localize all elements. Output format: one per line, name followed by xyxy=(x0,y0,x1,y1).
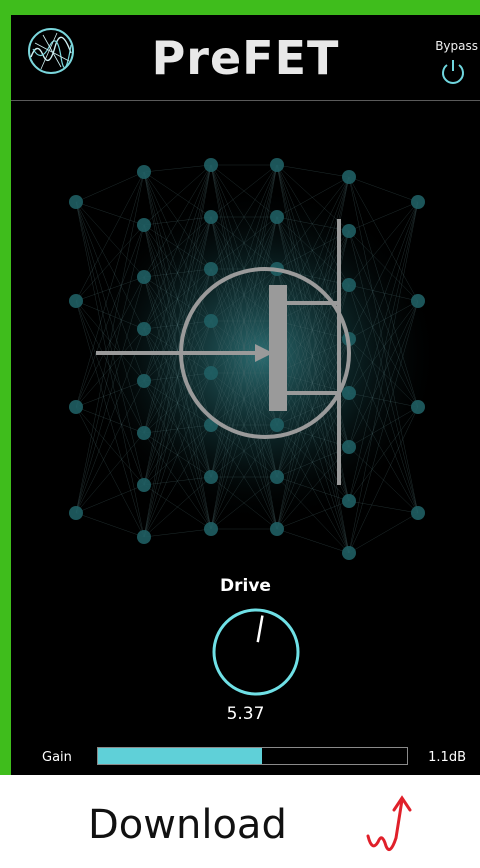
network-node xyxy=(69,400,83,414)
network-node xyxy=(411,506,425,520)
plugin-title: PreFET xyxy=(151,31,340,85)
network-node xyxy=(342,494,356,508)
network-node xyxy=(69,506,83,520)
network-node xyxy=(137,374,151,388)
network-node xyxy=(204,210,218,224)
network-node xyxy=(342,170,356,184)
drive-knob[interactable] xyxy=(211,607,301,697)
network-node xyxy=(69,195,83,209)
network-node xyxy=(204,314,218,328)
network-node xyxy=(204,158,218,172)
gain-meter-slider[interactable] xyxy=(97,747,408,765)
hand-drawn-arrow-annotation xyxy=(366,795,412,852)
network-node xyxy=(270,522,284,536)
network-node xyxy=(270,158,284,172)
network-node xyxy=(137,530,151,544)
drive-value: 5.37 xyxy=(226,704,265,724)
network-node xyxy=(204,262,218,276)
network-node xyxy=(137,426,151,440)
bypass-label: Bypass xyxy=(435,39,478,53)
drive-label: Drive xyxy=(220,576,271,596)
neural-network-graphic xyxy=(69,158,441,560)
network-node xyxy=(137,322,151,336)
network-node xyxy=(342,224,356,238)
network-node xyxy=(270,418,284,432)
network-node xyxy=(69,294,83,308)
power-icon xyxy=(442,60,464,84)
network-node xyxy=(342,546,356,560)
plugin-header: PreFET Bypass xyxy=(11,15,480,101)
network-node xyxy=(204,522,218,536)
network-node xyxy=(204,366,218,380)
gain-label: Gain xyxy=(42,750,72,765)
network-node xyxy=(137,478,151,492)
plugin-panel: PreFET Bypass Drive 5.37 Gain 1.1dB xyxy=(11,15,480,775)
network-node xyxy=(137,270,151,284)
network-node xyxy=(270,470,284,484)
network-node xyxy=(411,195,425,209)
bypass-power-button[interactable] xyxy=(438,57,468,87)
gain-value: 1.1dB xyxy=(428,750,466,765)
network-node xyxy=(137,218,151,232)
network-node xyxy=(204,470,218,484)
network-node xyxy=(342,440,356,454)
network-node xyxy=(342,386,356,400)
network-node xyxy=(342,278,356,292)
network-node xyxy=(270,210,284,224)
network-node xyxy=(411,294,425,308)
gain-meter-fill xyxy=(98,748,262,764)
network-node xyxy=(411,400,425,414)
network-node xyxy=(137,165,151,179)
download-link[interactable]: Download xyxy=(88,802,287,848)
